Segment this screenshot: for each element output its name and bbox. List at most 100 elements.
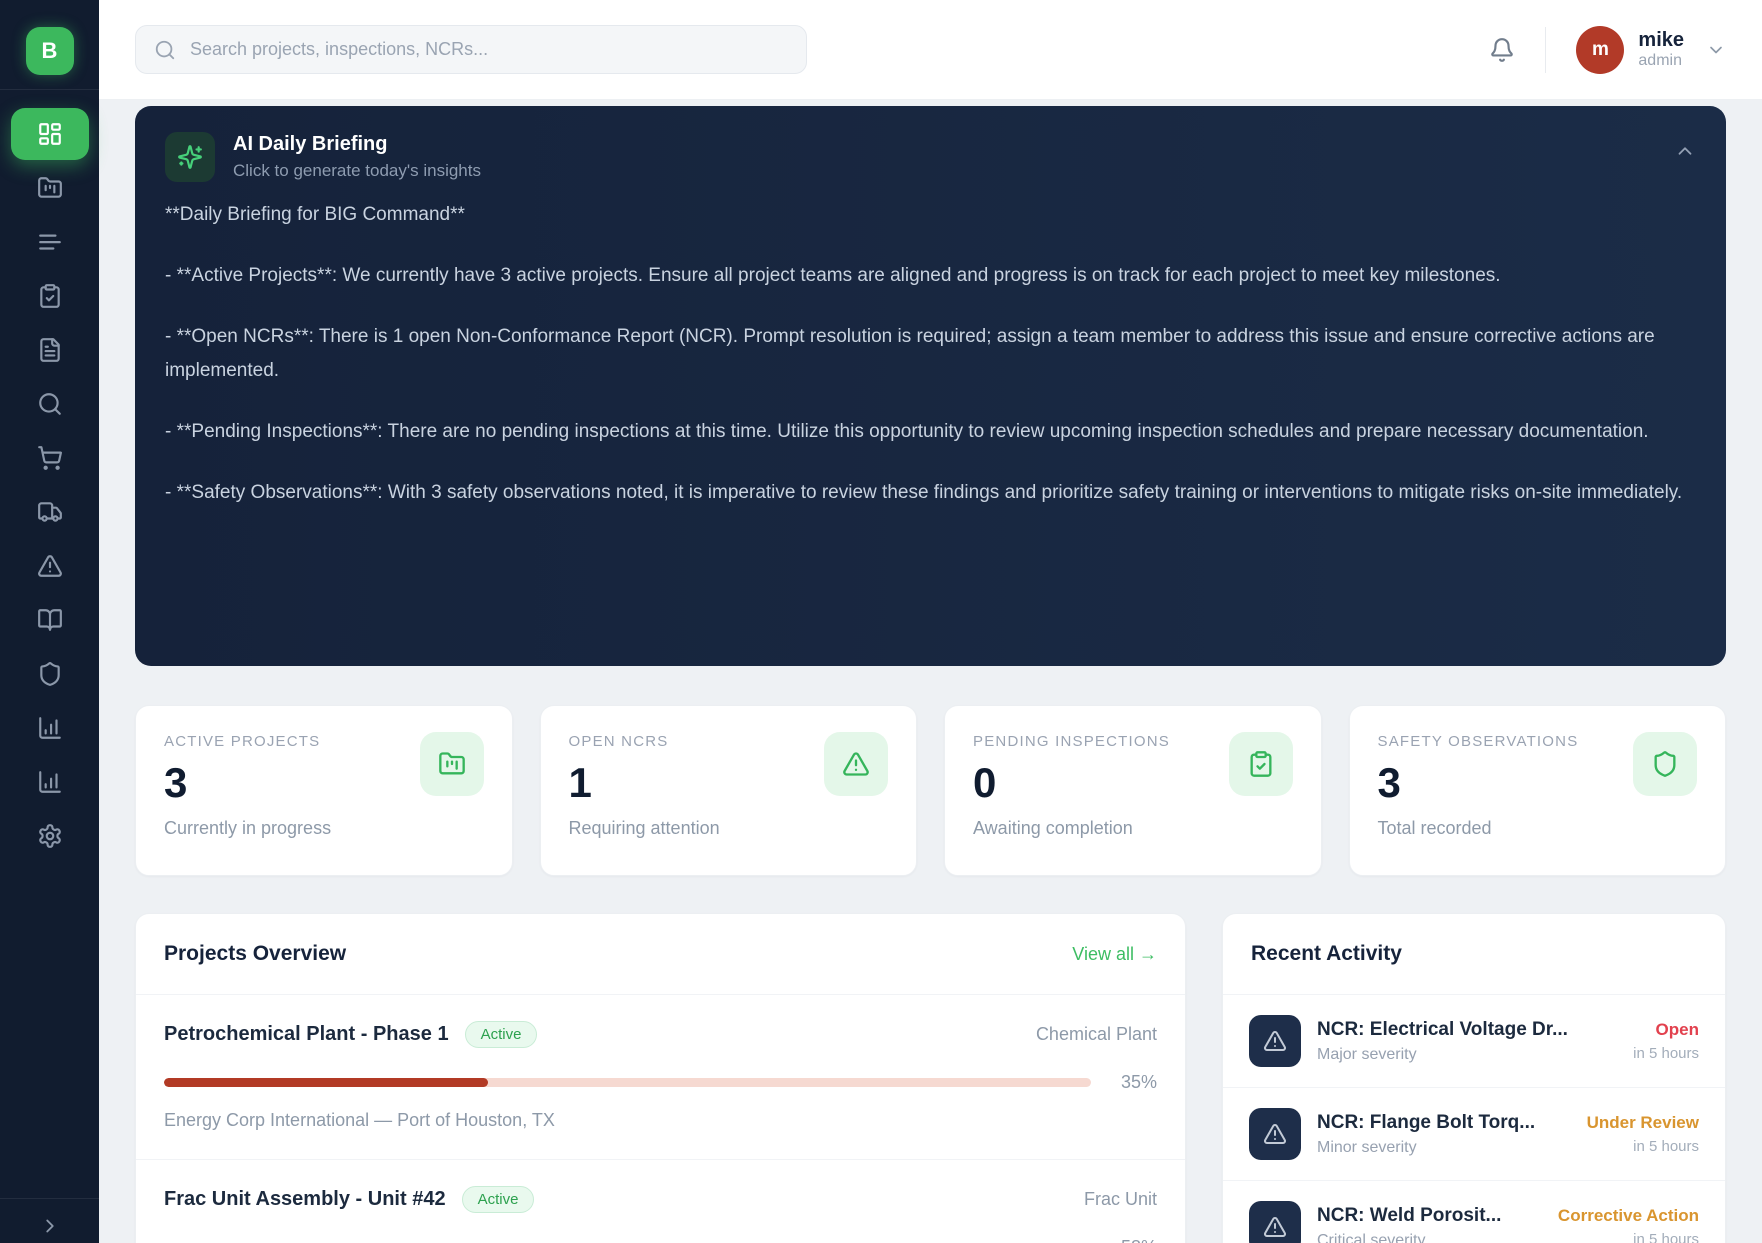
sidebar-nav-item[interactable]: [11, 810, 89, 862]
bell-icon: [1489, 37, 1515, 63]
chart-column-icon: [37, 715, 63, 741]
recent-activity-card: Recent Activity NCR: Electrical Voltage …: [1222, 913, 1726, 1243]
activity-status: Corrective Action: [1558, 1206, 1699, 1226]
projects-overview-card: Projects Overview View all → Petrochemic…: [135, 913, 1186, 1243]
progress-percent: 58%: [1109, 1237, 1157, 1243]
triangle-alert-icon: [1263, 1215, 1287, 1239]
settings-icon: [37, 823, 63, 849]
ai-briefing-body: **Daily Briefing for BIG Command** - **A…: [165, 198, 1696, 510]
status-badge: Active: [465, 1021, 538, 1048]
ai-briefing-card: AI Daily Briefing Click to generate toda…: [135, 106, 1726, 666]
search-icon: [37, 391, 63, 417]
sidebar-nav-item[interactable]: [11, 486, 89, 538]
chevron-up-icon: [1674, 140, 1696, 162]
activity-status: Open: [1633, 1020, 1699, 1040]
triangle-alert-icon: [37, 553, 63, 579]
sidebar: B: [0, 0, 99, 1243]
sidebar-nav-item[interactable]: [11, 270, 89, 322]
activity-severity: Major severity: [1317, 1046, 1617, 1064]
activity-time: in 5 hours: [1633, 1045, 1699, 1062]
activity-title: NCR: Weld Porosit...: [1317, 1205, 1542, 1227]
project-name: Petrochemical Plant - Phase 1: [164, 1023, 449, 1046]
user-menu[interactable]: m mike admin: [1576, 26, 1726, 74]
activity-severity: Minor severity: [1317, 1139, 1571, 1157]
clipboard-check-icon: [1247, 750, 1275, 778]
activity-title: NCR: Electrical Voltage Dr...: [1317, 1019, 1617, 1041]
collapse-briefing-button[interactable]: [1674, 132, 1696, 162]
activity-time: in 5 hours: [1587, 1138, 1699, 1155]
sidebar-nav-item[interactable]: [11, 162, 89, 214]
folder-kanban-icon: [37, 175, 63, 201]
triangle-alert-icon: [1263, 1029, 1287, 1053]
search-icon: [154, 39, 176, 61]
main-area: m mike admin AI Daily Briefing: [99, 0, 1762, 1243]
stat-caption: Total recorded: [1378, 818, 1698, 839]
search-box: [135, 25, 807, 74]
stat-caption: Currently in progress: [164, 818, 484, 839]
project-row[interactable]: Frac Unit Assembly - Unit #42 Active Fra…: [136, 1159, 1185, 1243]
sidebar-nav-item[interactable]: [11, 594, 89, 646]
notifications-button[interactable]: [1489, 37, 1515, 63]
search-input[interactable]: [188, 38, 788, 61]
progress-track: [164, 1078, 1091, 1087]
chart-column-icon: [37, 769, 63, 795]
activity-item[interactable]: NCR: Weld Porosit... Critical severity C…: [1223, 1180, 1725, 1243]
sidebar-nav-item[interactable]: [11, 324, 89, 376]
shield-icon: [37, 661, 63, 687]
bottom-row: Projects Overview View all → Petrochemic…: [135, 913, 1726, 1243]
user-name: mike: [1638, 29, 1684, 52]
shopping-cart-icon: [37, 445, 63, 471]
triangle-alert-icon: [842, 750, 870, 778]
recent-activity-title: Recent Activity: [1251, 942, 1402, 966]
ai-briefing-subtitle: Click to generate today's insights: [233, 161, 481, 181]
project-row[interactable]: Petrochemical Plant - Phase 1 Active Che…: [136, 994, 1185, 1159]
app-window: B: [0, 0, 1762, 1243]
stat-card: ACTIVE PROJECTS 3 Currently in progress: [135, 705, 513, 876]
avatar: m: [1576, 26, 1624, 74]
topbar: m mike admin: [99, 0, 1762, 100]
activity-item[interactable]: NCR: Electrical Voltage Dr... Major seve…: [1223, 994, 1725, 1087]
sidebar-collapse-button[interactable]: [0, 1199, 99, 1243]
sidebar-nav-item[interactable]: [11, 648, 89, 700]
progress-percent: 35%: [1109, 1072, 1157, 1093]
stat-caption: Awaiting completion: [973, 818, 1293, 839]
stat-card: OPEN NCRS 1 Requiring attention: [540, 705, 918, 876]
ai-briefing-title: AI Daily Briefing: [233, 133, 481, 156]
briefing-paragraph: **Daily Briefing for BIG Command**: [165, 198, 1696, 232]
status-badge: Active: [462, 1186, 535, 1213]
sparkles-icon: [177, 144, 203, 170]
stats-row: ACTIVE PROJECTS 3 Currently in progress …: [135, 705, 1726, 876]
sidebar-nav: [11, 108, 89, 862]
topbar-divider: [1545, 27, 1546, 73]
activity-item[interactable]: NCR: Flange Bolt Torq... Minor severity …: [1223, 1087, 1725, 1180]
layout-dashboard-icon: [37, 121, 63, 147]
activity-severity: Critical severity: [1317, 1232, 1542, 1243]
user-role: admin: [1638, 52, 1684, 70]
ai-briefing-header[interactable]: AI Daily Briefing Click to generate toda…: [165, 132, 1696, 182]
briefing-paragraph: - **Active Projects**: We currently have…: [165, 259, 1696, 293]
briefing-paragraph: - **Pending Inspections**: There are no …: [165, 415, 1696, 449]
sidebar-nav-item[interactable]: [11, 432, 89, 484]
sidebar-nav-item[interactable]: [11, 216, 89, 268]
text-lines-icon: [37, 229, 63, 255]
activity-title: NCR: Flange Bolt Torq...: [1317, 1112, 1571, 1134]
folder-kanban-icon: [438, 750, 466, 778]
briefing-paragraph: - **Open NCRs**: There is 1 open Non-Con…: [165, 320, 1696, 388]
sidebar-nav-item[interactable]: [11, 108, 89, 160]
project-type: Chemical Plant: [1036, 1024, 1157, 1045]
topbar-right: m mike admin: [1489, 26, 1726, 74]
file-text-icon: [37, 337, 63, 363]
view-all-link[interactable]: View all →: [1072, 944, 1157, 965]
activity-status: Under Review: [1587, 1113, 1699, 1133]
brand-logo: B: [26, 27, 74, 75]
sidebar-nav-item[interactable]: [11, 378, 89, 430]
project-name: Frac Unit Assembly - Unit #42: [164, 1188, 446, 1211]
projects-overview-title: Projects Overview: [164, 942, 346, 966]
sidebar-divider: [0, 89, 99, 90]
sidebar-nav-item[interactable]: [11, 702, 89, 754]
sidebar-nav-item[interactable]: [11, 756, 89, 808]
triangle-alert-icon: [1263, 1122, 1287, 1146]
sidebar-nav-item[interactable]: [11, 540, 89, 592]
content: AI Daily Briefing Click to generate toda…: [99, 100, 1762, 1243]
stat-caption: Requiring attention: [569, 818, 889, 839]
